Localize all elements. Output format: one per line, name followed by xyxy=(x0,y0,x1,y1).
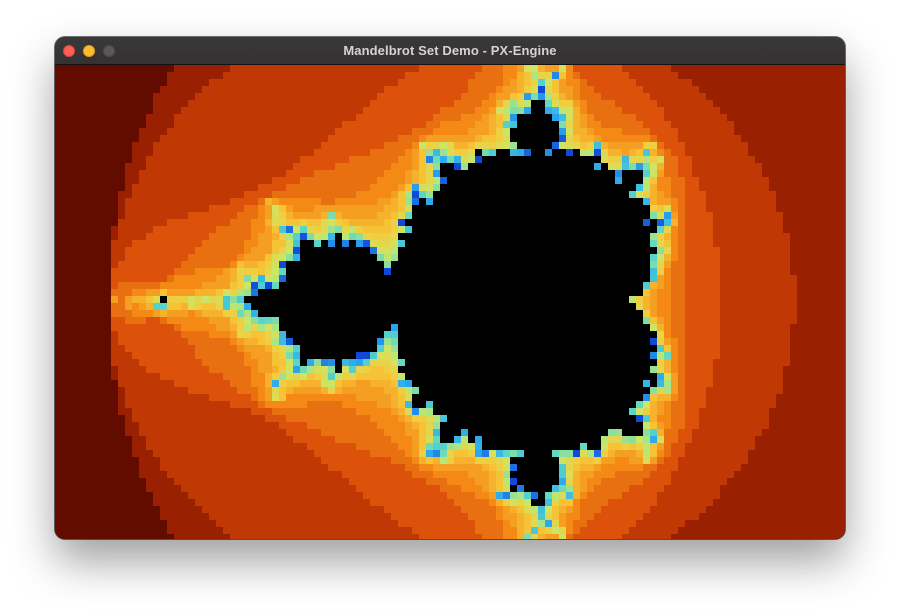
window-title: Mandelbrot Set Demo - PX-Engine xyxy=(343,43,557,58)
title-bar[interactable]: Mandelbrot Set Demo - PX-Engine xyxy=(55,37,845,65)
app-window: Mandelbrot Set Demo - PX-Engine xyxy=(55,37,845,539)
mandelbrot-canvas[interactable] xyxy=(55,65,845,539)
render-viewport[interactable] xyxy=(55,65,845,539)
